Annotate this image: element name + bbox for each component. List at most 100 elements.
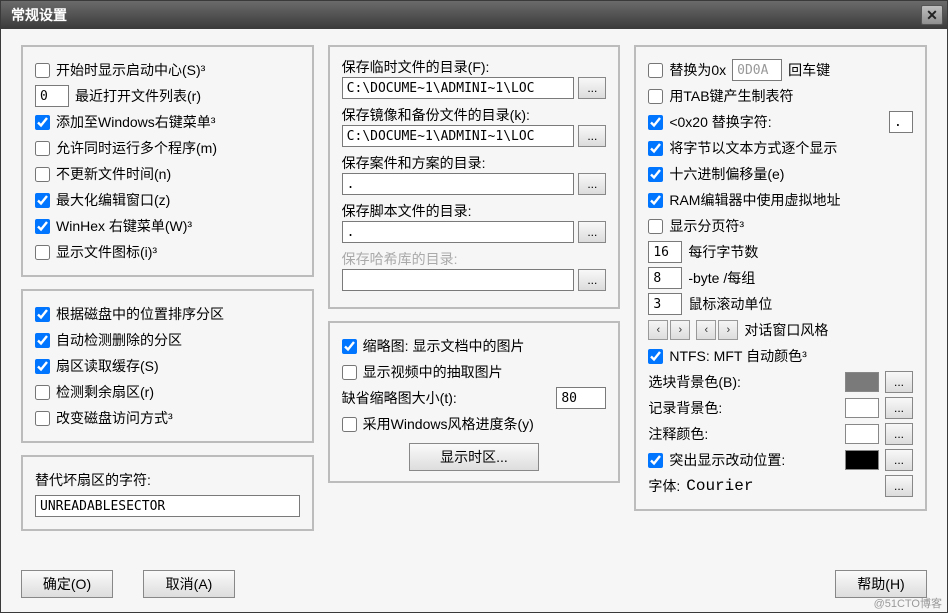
cb-thumb-video[interactable] [342,365,357,380]
lb-enter-key: 回车键 [788,60,830,80]
in-scroll[interactable] [648,293,682,315]
title-bar: 常规设置 ✕ [1,1,947,29]
lb-bpg: -byte /每组 [688,268,755,288]
lb-thumb-video: 显示视频中的抽取图片 [363,362,503,382]
lb-ntfs: NTFS: MFT 自动颜色³ [669,346,806,366]
cb-add-win-menu[interactable] [35,115,50,130]
cb-winhex-menu[interactable] [35,219,50,234]
group-paths: 保存临时文件的目录(F): ... 保存镜像和备份文件的目录(k): ... 保… [328,45,621,309]
group-bad-sector: 替代坏扇区的字符: [21,455,314,531]
in-temp-path[interactable] [342,77,575,99]
arrow-right-1[interactable]: › [670,320,690,340]
cb-thumb-doc[interactable] [342,339,357,354]
in-img-path[interactable] [342,125,575,147]
in-bpl[interactable] [648,241,682,263]
lb-script-path: 保存脚本文件的目录: [342,201,607,221]
lb-detect-left: 检测剩余扇区(r) [56,382,154,402]
swatch-hl[interactable] [845,450,879,470]
lb-hl-change: 突出显示改动位置: [669,450,785,470]
arrow-right-2[interactable]: › [718,320,738,340]
lb-bad-sector: 替代坏扇区的字符: [35,470,151,490]
pick-cmt[interactable]: ... [885,423,913,445]
group-startup: 开始时显示启动中心(S)³ 最近打开文件列表(r) 添加至Windows右键菜单… [21,45,314,277]
lb-replace-0x: 替换为0x [669,60,726,80]
cb-detect-left[interactable] [35,385,50,400]
in-script-path[interactable] [342,221,575,243]
browse-case[interactable]: ... [578,173,606,195]
swatch-cmt[interactable] [845,424,879,444]
lb-font: 字体: [648,476,680,496]
group-display: 替换为0x 回车键 用TAB键产生制表符 <0x20 替换字符: 将字节以文本方式… [634,45,927,511]
lb-show-startup: 开始时显示启动中心(S)³ [56,60,205,80]
cb-change-access[interactable] [35,411,50,426]
lb-max-editor: 最大化编辑窗口(z) [56,190,170,210]
in-bpg[interactable] [648,267,682,289]
window-title: 常规设置 [11,5,67,25]
arrow-left-2[interactable]: ‹ [696,320,716,340]
cb-show-startup[interactable] [35,63,50,78]
cb-tab-makes[interactable] [648,89,663,104]
lb-winhex-menu: WinHex 右键菜单(W)³ [56,216,192,236]
pick-font[interactable]: ... [885,475,913,497]
cb-win-progress[interactable] [342,417,357,432]
in-hash-path [342,269,575,291]
in-recent-count[interactable] [35,85,69,107]
browse-img[interactable]: ... [578,125,606,147]
lb-def-thumb: 缺省缩略图大小(t): [342,388,457,408]
lb-sel-bg: 选块背景色(B): [648,372,741,392]
group-disk: 根据磁盘中的位置排序分区 自动检测删除的分区 扇区读取缓存(S) 检测剩余扇区(… [21,289,314,443]
cb-replace-0x[interactable] [648,63,663,78]
cb-hl-change[interactable] [648,453,663,468]
cb-detect-deleted[interactable] [35,333,50,348]
lb-recent-count: 最近打开文件列表(r) [75,86,201,106]
watermark: @51CTO博客 [874,595,942,611]
lb-add-win-menu: 添加至Windows右键菜单³ [56,112,215,132]
cb-sector-cache[interactable] [35,359,50,374]
btn-timezone[interactable]: 显示时区... [409,443,539,471]
lb-show-icons: 显示文件图标(i)³ [56,242,157,262]
cancel-button[interactable]: 取消(A) [143,570,235,598]
pick-rec-bg[interactable]: ... [885,397,913,419]
close-icon[interactable]: ✕ [921,5,943,25]
cb-no-update-time[interactable] [35,167,50,182]
cb-allow-multi[interactable] [35,141,50,156]
swatch-sel-bg[interactable] [845,372,879,392]
footer: 确定(O) 取消(A) 帮助(H) [1,562,947,612]
arrow-left-1[interactable]: ‹ [648,320,668,340]
browse-script[interactable]: ... [578,221,606,243]
cb-show-icons[interactable] [35,245,50,260]
lb-hash-path: 保存哈希库的目录: [342,249,607,269]
lb-change-access: 改变磁盘访问方式³ [56,408,173,428]
help-button[interactable]: 帮助(H) [835,570,927,598]
in-case-path[interactable] [342,173,575,195]
cb-ram-virt[interactable] [648,193,663,208]
lb-sort-by-pos: 根据磁盘中的位置排序分区 [56,304,224,324]
lb-rec-bg: 记录背景色: [648,398,722,418]
swatch-rec-bg[interactable] [845,398,879,418]
cb-max-editor[interactable] [35,193,50,208]
lb-bpl: 每行字节数 [688,242,758,262]
val-font: Courier [686,477,753,495]
group-thumbs: 缩略图: 显示文档中的图片 显示视频中的抽取图片 缺省缩略图大小(t): 采用W… [328,321,621,483]
cb-sort-by-pos[interactable] [35,307,50,322]
in-def-thumb[interactable] [556,387,606,409]
lb-img-path: 保存镜像和备份文件的目录(k): [342,105,607,125]
cb-byte-text[interactable] [648,141,663,156]
cb-lt20[interactable] [648,115,663,130]
lb-hex-offset: 十六进制偏移量(e) [669,164,784,184]
lb-tab-makes: 用TAB键产生制表符 [669,86,793,106]
cb-ntfs[interactable] [648,349,663,364]
browse-hash[interactable]: ... [578,269,606,291]
pick-sel-bg[interactable]: ... [885,371,913,393]
pick-hl[interactable]: ... [885,449,913,471]
in-lt20[interactable] [889,111,913,133]
in-bad-sector[interactable] [35,495,300,517]
cb-hex-offset[interactable] [648,167,663,182]
ok-button[interactable]: 确定(O) [21,570,113,598]
browse-temp[interactable]: ... [578,77,606,99]
lb-byte-text: 将字节以文本方式逐个显示 [669,138,837,158]
lb-ram-virt: RAM编辑器中使用虚拟地址 [669,190,840,210]
lb-lt20: <0x20 替换字符: [669,112,771,132]
lb-allow-multi: 允许同时运行多个程序(m) [56,138,217,158]
cb-page-marker[interactable] [648,219,663,234]
